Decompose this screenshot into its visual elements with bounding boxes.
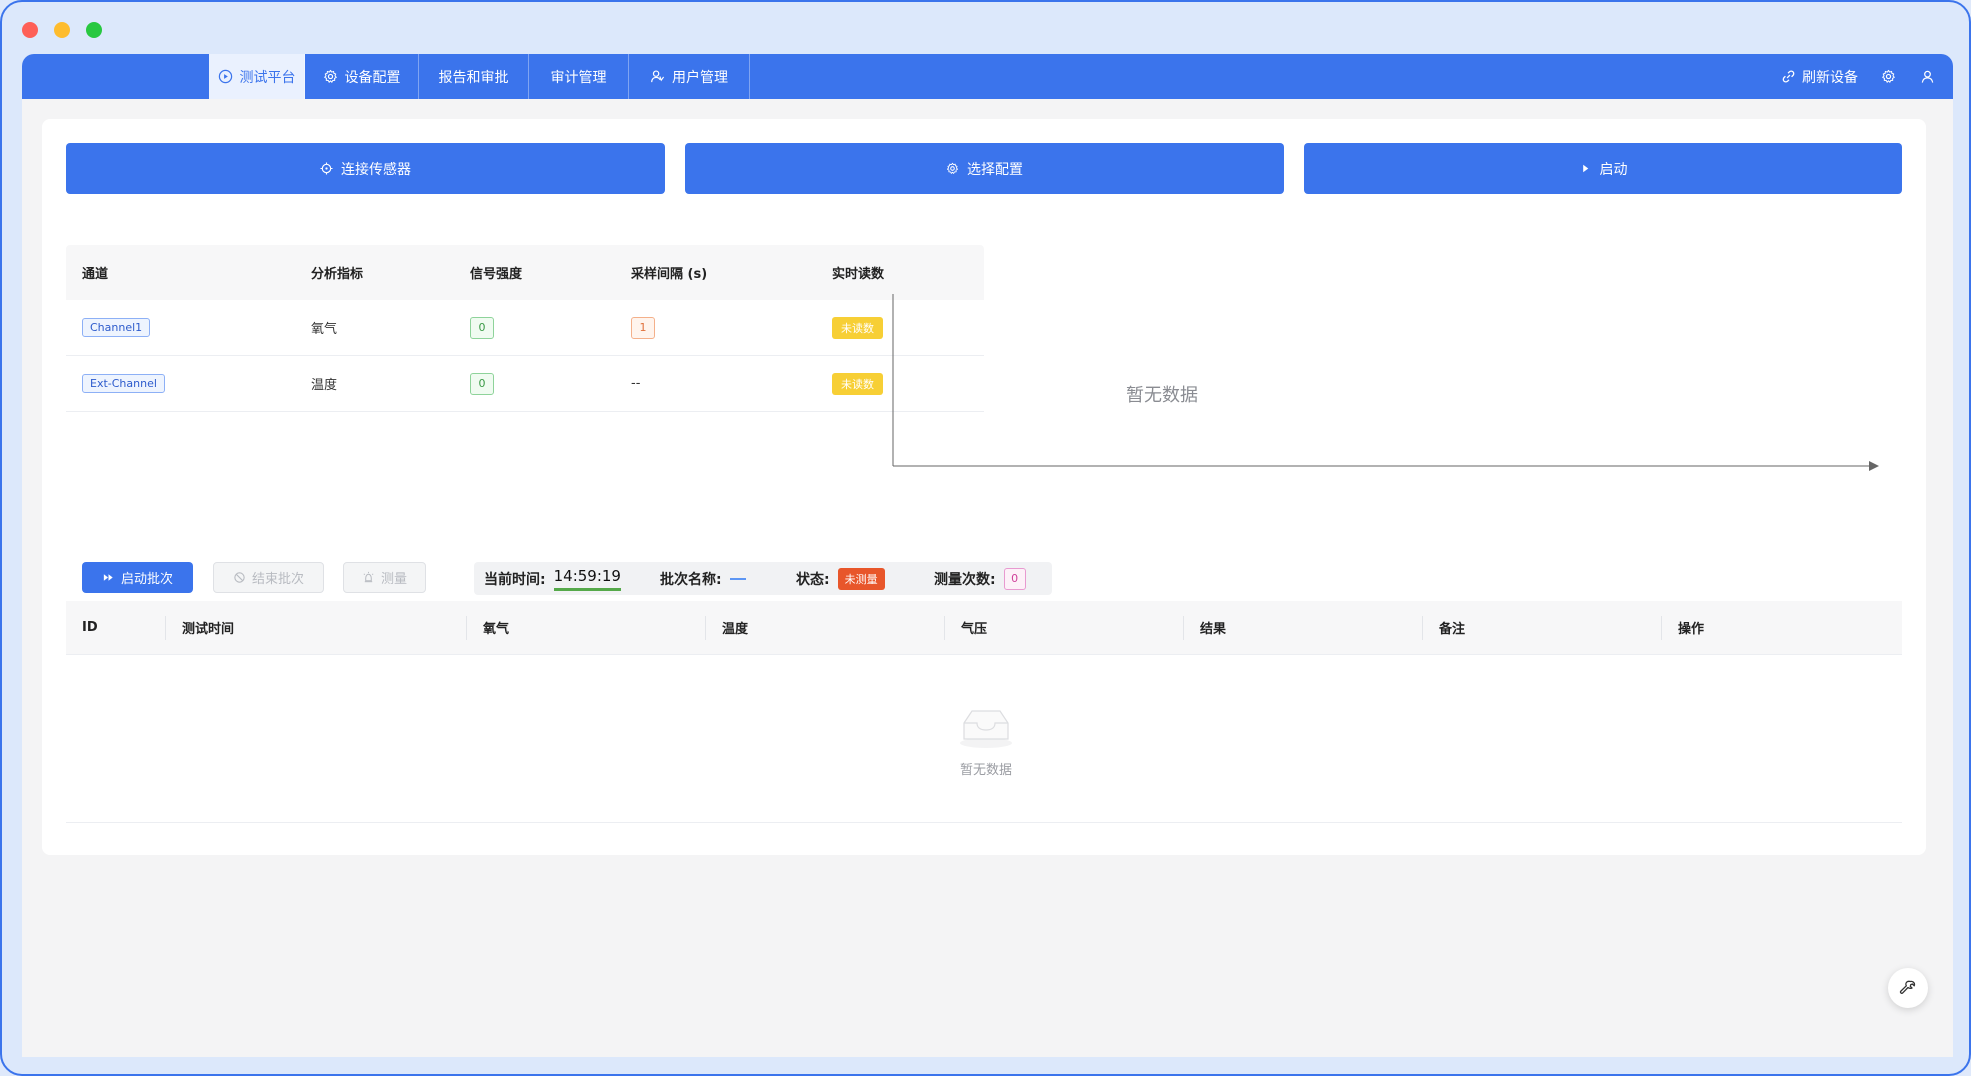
end-batch-button[interactable]: 结束批次 bbox=[213, 562, 324, 593]
measurement-table: ID 测试时间 氧气 温度 气压 结果 备注 操作 暂无数据 bbox=[66, 601, 1902, 823]
batch-name-empty-indicator bbox=[729, 577, 746, 580]
settings-button[interactable] bbox=[1881, 54, 1896, 99]
batch-name-label: 批次名称: bbox=[660, 571, 722, 588]
play-circle-icon bbox=[218, 69, 232, 84]
top-nav-bar: 测试平台 设备配置 报告和审批 审计管理 用户管理 刷新设备 bbox=[22, 54, 1953, 99]
column-header: 气压 bbox=[944, 615, 1183, 640]
window-minimize-button[interactable] bbox=[54, 22, 70, 38]
test-platform-card: 连接传感器 选择配置 启动 通道 分析指标 信号强度 采样间隔 (s) 实时读数 bbox=[42, 119, 1926, 855]
measure-button[interactable]: 测量 bbox=[343, 562, 426, 593]
tab-label: 用户管理 bbox=[672, 69, 728, 86]
window-maximize-button[interactable] bbox=[86, 22, 102, 38]
user-icon bbox=[1921, 70, 1934, 83]
column-header: 实时读数 bbox=[832, 267, 885, 282]
batch-state-label: 状态: bbox=[796, 571, 830, 588]
channel-tag: Ext-Channel bbox=[82, 374, 165, 393]
users-icon bbox=[651, 70, 665, 83]
chart-empty-text: 暂无数据 bbox=[1126, 385, 1198, 406]
window-close-button[interactable] bbox=[22, 22, 38, 38]
channel-table-header: 通道 分析指标 信号强度 采样间隔 (s) 实时读数 bbox=[66, 245, 984, 300]
tab-label: 报告和审批 bbox=[438, 69, 509, 86]
app-window: 测试平台 设备配置 报告和审批 审计管理 用户管理 刷新设备 连接传感器 选择配… bbox=[0, 0, 1971, 1076]
realtime-chart bbox=[892, 294, 1879, 471]
batch-state-badge: 未测量 bbox=[837, 567, 885, 590]
column-header: 通道 bbox=[82, 267, 109, 282]
tools-fab-button[interactable] bbox=[1888, 968, 1928, 1008]
tab-label: 设备配置 bbox=[344, 69, 401, 86]
refresh-devices-button[interactable]: 刷新设备 bbox=[1781, 54, 1858, 99]
empty-inbox-icon bbox=[960, 710, 1012, 748]
column-header: 结果 bbox=[1183, 615, 1422, 640]
gear-icon bbox=[947, 162, 958, 174]
refresh-devices-label: 刷新设备 bbox=[1802, 69, 1858, 86]
table-empty-text: 暂无数据 bbox=[959, 763, 1012, 778]
measure-count: 测量次数: 0 bbox=[934, 562, 1026, 595]
batch-status-bar: 当前时间: 14:59:19 批次名称: 状态: 未测量 测量次数: 0 bbox=[474, 562, 1052, 595]
column-header: 备注 bbox=[1422, 615, 1661, 640]
fast-forward-icon bbox=[103, 574, 113, 581]
tab-report-approval[interactable]: 报告和审批 bbox=[419, 54, 529, 99]
signal-tag: 0 bbox=[470, 372, 494, 395]
gear-icon bbox=[323, 69, 337, 83]
wrench-icon bbox=[1899, 980, 1916, 994]
user-profile-button[interactable] bbox=[1920, 54, 1935, 99]
start-batch-button[interactable]: 启动批次 bbox=[82, 562, 193, 593]
measure-count-label: 测量次数: bbox=[934, 571, 996, 588]
select-config-button[interactable]: 选择配置 bbox=[685, 143, 1284, 194]
column-header: 信号强度 bbox=[470, 267, 523, 282]
measure-label: 测量 bbox=[380, 572, 407, 587]
interval-tag: 1 bbox=[631, 316, 655, 339]
channel-tag: Channel1 bbox=[82, 318, 151, 337]
current-time: 当前时间: 14:59:19 bbox=[484, 562, 621, 595]
measurement-table-body: 暂无数据 bbox=[66, 655, 1902, 823]
measure-count-badge: 0 bbox=[1003, 567, 1026, 590]
end-batch-label: 结束批次 bbox=[251, 572, 304, 587]
play-icon bbox=[1582, 164, 1588, 173]
connect-sensor-label: 连接传感器 bbox=[341, 161, 411, 178]
column-header: 采样间隔 (s) bbox=[631, 267, 708, 282]
signal-tag: 0 bbox=[470, 316, 494, 339]
measurement-table-header: ID 测试时间 氧气 温度 气压 结果 备注 操作 bbox=[66, 601, 1902, 655]
tab-test-platform[interactable]: 测试平台 bbox=[209, 54, 305, 99]
connect-sensor-button[interactable]: 连接传感器 bbox=[66, 143, 665, 194]
metric-cell: 氧气 bbox=[311, 322, 338, 337]
current-time-label: 当前时间: bbox=[484, 571, 546, 588]
link-icon bbox=[1782, 70, 1795, 83]
column-header: 氧气 bbox=[466, 615, 705, 640]
column-header: 操作 bbox=[1661, 615, 1902, 640]
column-header: 分析指标 bbox=[311, 267, 364, 282]
column-header: 测试时间 bbox=[165, 615, 466, 640]
column-header: ID bbox=[82, 620, 98, 635]
chart-arrow-icon bbox=[1869, 461, 1879, 471]
start-button[interactable]: 启动 bbox=[1304, 143, 1902, 194]
tab-audit-management[interactable]: 审计管理 bbox=[529, 54, 629, 99]
tab-label: 测试平台 bbox=[239, 69, 296, 86]
tab-label: 审计管理 bbox=[550, 69, 607, 86]
current-time-value: 14:59:19 bbox=[553, 567, 621, 591]
batch-name: 批次名称: bbox=[660, 562, 746, 595]
ban-icon bbox=[234, 572, 245, 583]
app-content: 测试平台 设备配置 报告和审批 审计管理 用户管理 刷新设备 连接传感器 选择配… bbox=[22, 54, 1953, 1057]
start-label: 启动 bbox=[1599, 161, 1628, 178]
metric-cell: 温度 bbox=[311, 378, 338, 393]
batch-state: 状态: 未测量 bbox=[796, 562, 885, 595]
select-config-label: 选择配置 bbox=[967, 161, 1023, 178]
column-header: 温度 bbox=[705, 615, 944, 640]
tab-user-management[interactable]: 用户管理 bbox=[629, 54, 750, 99]
bulb-icon bbox=[363, 571, 374, 583]
interval-cell: -- bbox=[631, 376, 641, 391]
gear-icon bbox=[1882, 69, 1895, 83]
start-batch-label: 启动批次 bbox=[120, 572, 173, 587]
crosshair-icon bbox=[320, 162, 333, 175]
tab-device-config[interactable]: 设备配置 bbox=[305, 54, 419, 99]
